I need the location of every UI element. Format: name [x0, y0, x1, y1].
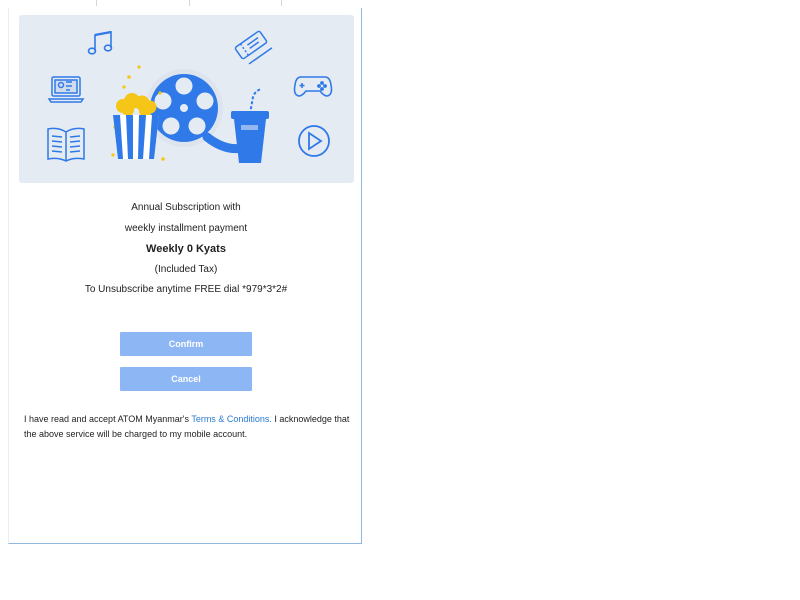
hero-banner — [19, 15, 354, 183]
tax-note: (Included Tax) — [154, 263, 218, 275]
edge-tick — [189, 0, 190, 6]
consent-text: I have read and accept ATOM Myanmar's Te… — [24, 412, 354, 441]
unsubscribe-instructions: To Unsubscribe anytime FREE dial *979*3*… — [84, 284, 288, 295]
consent-prefix: I have read and accept ATOM Myanmar's — [24, 414, 192, 424]
subscription-panel: Annual Subscription with weekly installm… — [8, 8, 362, 544]
cancel-button[interactable]: Cancel — [120, 367, 252, 391]
edge-tick — [96, 0, 97, 6]
offer-line-2: weekly installment payment — [124, 222, 248, 234]
top-edge-markers — [8, 0, 362, 8]
terms-link[interactable]: Terms & Conditions. — [191, 414, 272, 424]
confirm-button[interactable]: Confirm — [120, 332, 252, 356]
offer-price: Weekly 0 Kyats — [146, 243, 226, 255]
entertainment-illustration — [19, 15, 354, 183]
offer-details: Annual Subscription with weekly installm… — [9, 198, 363, 301]
offer-line-1: Annual Subscription with — [131, 202, 241, 213]
edge-tick — [281, 0, 282, 6]
